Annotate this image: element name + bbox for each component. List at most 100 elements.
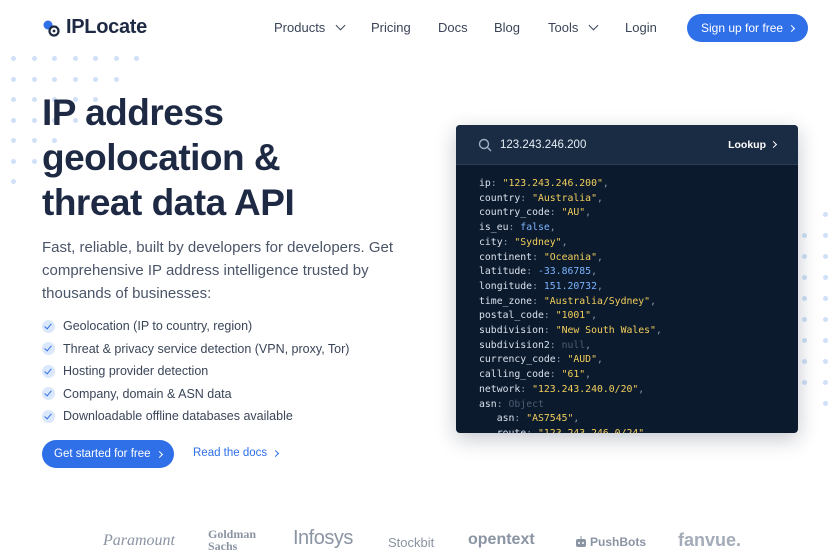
check-icon [42,364,55,378]
nav-label: Pricing [371,20,411,35]
lookup-result: ip: "123.243.246.200", country: "Australi… [456,165,798,433]
decorative-dot [52,56,57,61]
lookup-panel: 123.243.246.200 Lookup ip: "123.243.246.… [456,125,798,433]
nav-tools[interactable]: Tools [548,20,599,35]
decorative-dot [72,76,78,82]
result-key: longitude [479,280,533,292]
lookup-search-bar[interactable]: 123.243.246.200 Lookup [456,125,798,165]
nav-label: Blog [494,20,521,35]
result-key: latitude [479,266,527,278]
result-line: network: "123.243.240.0/20", [479,383,645,395]
hero-title-line: geolocation & [42,137,281,178]
nav-label: Docs [438,20,468,35]
result-line: subdivision: "New South Wales", [479,325,662,337]
decorative-dot [93,76,98,82]
lookup-input[interactable]: 123.243.246.200 [500,139,728,151]
hero-subtitle: Fast, reliable, built by developers for … [42,239,394,302]
decorative-dot [802,233,807,238]
decorative-dot [802,254,807,259]
nav-pricing[interactable]: Pricing [371,20,411,35]
decorative-dot [823,296,828,301]
hero-title-line: IP address [42,92,224,133]
decorative-dot [823,380,828,385]
decorative-dot [802,296,807,301]
customer-logo-goldman-sachs: Goldman Sachs [208,527,257,553]
result-line: country_code: "AU", [479,207,592,219]
feature-item: Threat & privacy service detection (VPN,… [42,338,349,361]
result-value: "New South Wales" [555,325,656,337]
result-value: -33.86785 [537,266,592,278]
result-key: country [479,192,521,204]
result-value: "123.243.246.0/24" [538,428,644,433]
decorative-dot [802,359,807,364]
result-line: subdivision2: null, [479,339,592,351]
feature-item: Downloadable offline databases available [42,405,349,428]
decorative-dot [31,76,37,82]
decorative-dot [11,179,16,184]
decorative-dot [11,158,16,164]
result-value: false [520,222,550,234]
decorative-dot [802,338,807,343]
main-nav: Products Pricing Docs Blog Tools Login S… [0,0,840,56]
feature-list: Geolocation (IP to country, region) Thre… [42,315,349,428]
result-key: subdivision [479,325,544,337]
result-value: "123.243.240.0/20" [532,383,639,395]
read-docs-link[interactable]: Read the docs [193,447,280,459]
decorative-dot [31,117,37,123]
decorative-dot [93,56,98,61]
decorative-dot [802,380,807,385]
search-icon [478,138,492,151]
decorative-dot [823,254,828,259]
customer-logo-infosys: Infosys [293,527,353,549]
result-key: asn [479,398,497,410]
chevron-right-icon [272,449,280,457]
nav-blog[interactable]: Blog [494,20,520,35]
decorative-dot [11,56,16,61]
lookup-label: Lookup [728,138,766,151]
decorative-dot [823,317,828,322]
signup-label: Sign up for free [701,21,784,35]
nav-docs[interactable]: Docs [438,20,468,35]
check-icon [42,342,55,356]
result-line: currency_code: "AUD", [479,354,603,366]
nav-login[interactable]: Login [625,20,657,35]
result-key: country_code [479,207,550,219]
feature-item: Hosting provider detection [42,360,349,383]
decorative-dot [823,212,828,217]
feature-item: Geolocation (IP to country, region) [42,315,349,338]
result-key: network [479,383,521,395]
decorative-dot [11,117,16,123]
result-value: Object [508,398,544,410]
result-line: is_eu: false, [479,222,556,234]
check-icon [42,319,55,333]
decorative-dot [823,233,828,238]
result-key: currency_code [479,354,556,366]
get-started-button[interactable]: Get started for free [42,440,174,468]
nav-products[interactable]: Products [274,20,346,35]
lookup-button[interactable]: Lookup [728,138,778,151]
result-line: country: "Australia", [479,192,603,204]
decorative-dot [11,76,16,82]
feature-label: Hosting provider detection [63,364,209,379]
chevron-right-icon [788,24,796,32]
result-key: ip [479,178,491,189]
check-icon [42,387,55,401]
decorative-dot [31,138,37,143]
result-line: calling_code: "61", [479,369,592,381]
robot-icon [576,536,586,547]
decorative-dot [113,56,119,61]
result-key: subdivision2 [479,339,550,351]
result-key: continent [479,251,533,263]
customer-logo-fanvue: fanvue. [678,530,742,550]
customer-logo-pushbots: PushBots [575,535,646,549]
decorative-dot [823,338,828,343]
result-line: time_zone: "Australia/Sydney", [479,295,656,307]
signup-button[interactable]: Sign up for free [687,14,809,42]
result-value: "AS7545" [526,413,574,425]
result-value: 151.20732 [543,280,597,292]
decorative-dot [52,76,57,82]
result-value: "61" [561,369,586,381]
decorative-dot [72,56,78,61]
decorative-dot [31,97,37,102]
nav-label: Products [274,20,326,35]
